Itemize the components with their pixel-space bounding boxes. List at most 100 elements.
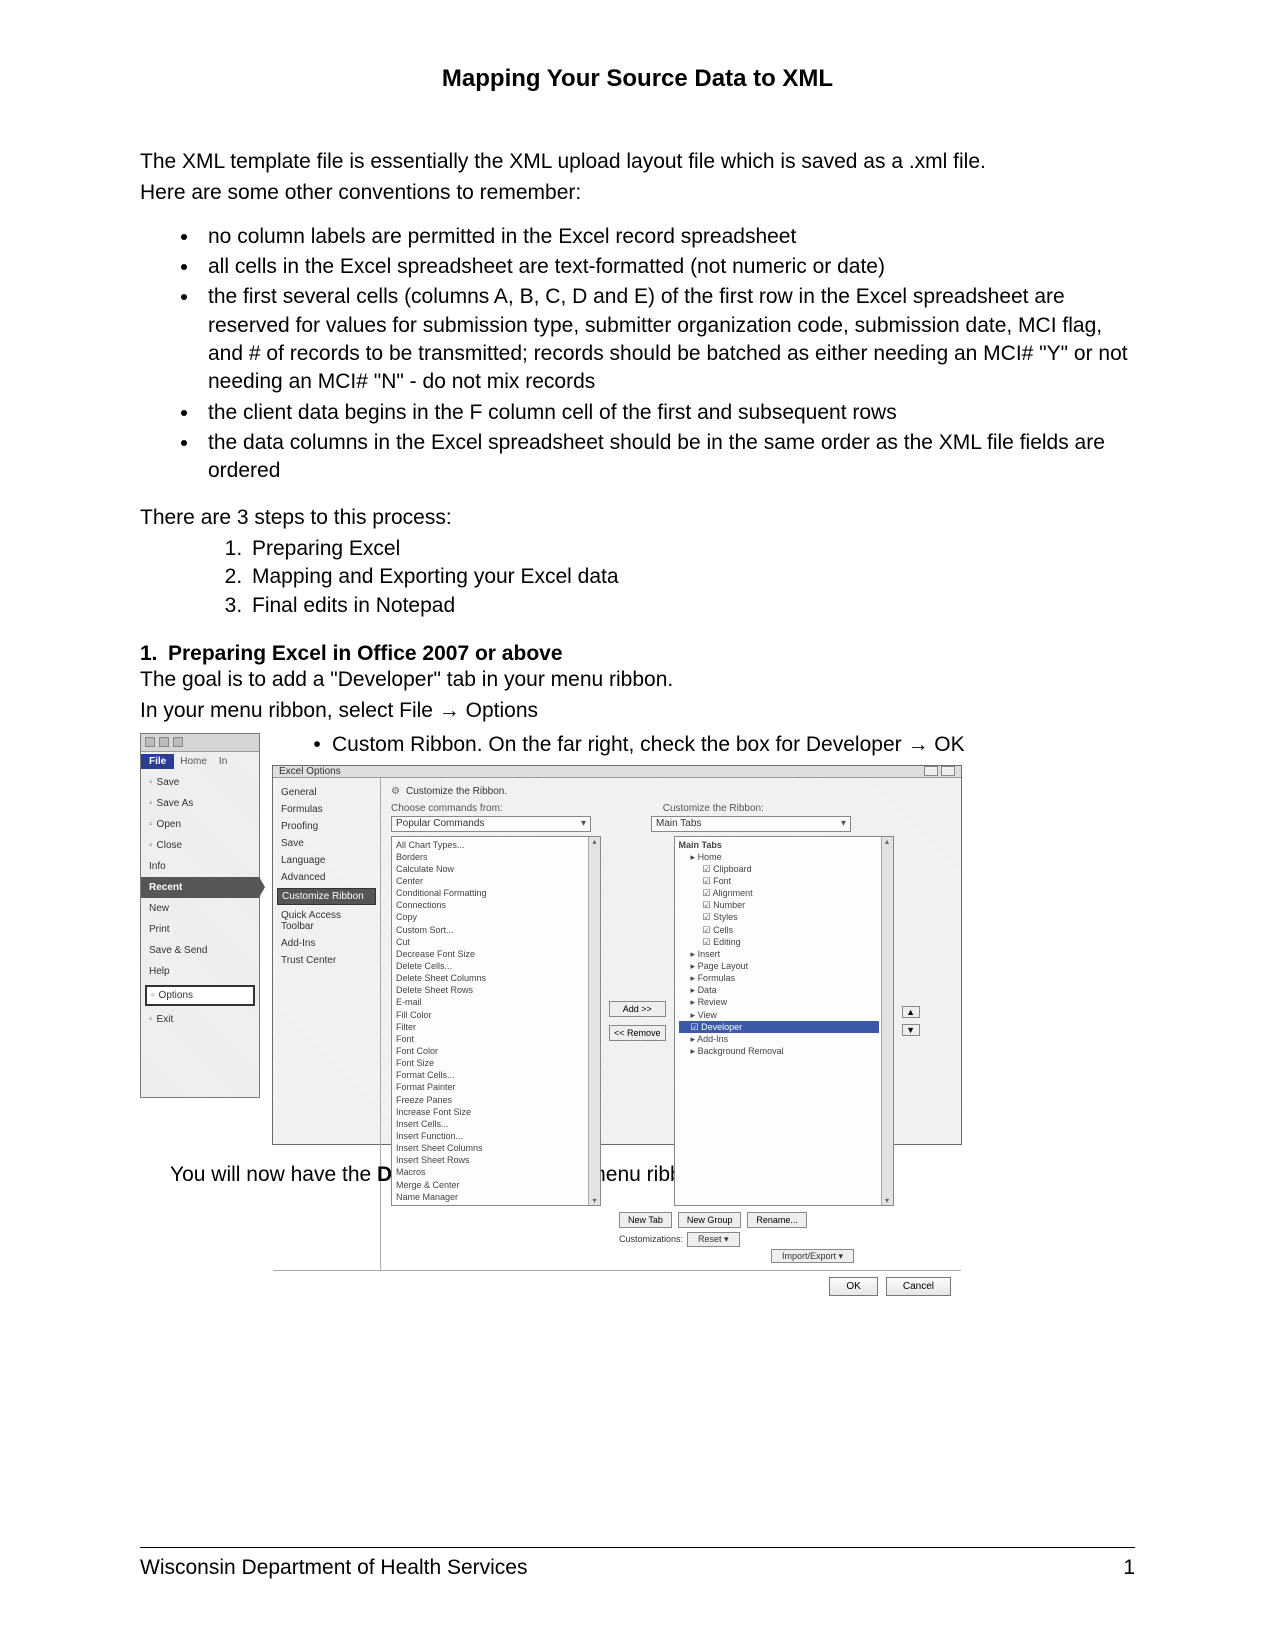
tab-item[interactable]: Formulas bbox=[679, 972, 879, 984]
tab-item[interactable]: Editing bbox=[679, 936, 879, 948]
home-tab[interactable]: Home bbox=[174, 754, 213, 769]
tab-item[interactable]: Font bbox=[679, 875, 879, 887]
file-recent[interactable]: Recent bbox=[141, 877, 259, 898]
command-item[interactable]: Freeze Panes bbox=[396, 1094, 586, 1106]
cat-addins[interactable]: Add-Ins bbox=[273, 935, 380, 952]
tab-item[interactable]: Number bbox=[679, 899, 879, 911]
ok-button[interactable]: OK bbox=[829, 1277, 877, 1296]
file-exit[interactable]: Exit bbox=[141, 1009, 259, 1030]
tab-item[interactable]: Insert bbox=[679, 948, 879, 960]
file-open[interactable]: Open bbox=[141, 814, 259, 835]
command-item[interactable]: Fill Color bbox=[396, 1009, 586, 1021]
tab-item[interactable]: View bbox=[679, 1009, 879, 1021]
move-down-button[interactable]: ▼ bbox=[902, 1024, 920, 1036]
rename-button[interactable]: Rename... bbox=[747, 1212, 807, 1228]
tab-item[interactable]: Data bbox=[679, 984, 879, 996]
command-item[interactable]: Merge & Center bbox=[396, 1179, 586, 1191]
section-1-instr: In your menu ribbon, select File → Optio… bbox=[140, 697, 1135, 724]
command-item[interactable]: Insert Function... bbox=[396, 1130, 586, 1142]
custom-ribbon-bullet: •Custom Ribbon. On the far right, check … bbox=[302, 733, 1135, 757]
command-item[interactable]: Connections bbox=[396, 899, 586, 911]
command-item[interactable]: Font Color bbox=[396, 1045, 586, 1057]
section-number: 1. bbox=[140, 642, 168, 666]
intro-line-1: The XML template file is essentially the… bbox=[140, 148, 1135, 175]
insert-tab[interactable]: In bbox=[213, 754, 233, 769]
command-item[interactable]: Conditional Formatting bbox=[396, 887, 586, 899]
file-print[interactable]: Print bbox=[141, 919, 259, 940]
command-item[interactable]: E-mail bbox=[396, 996, 586, 1008]
cat-proofing[interactable]: Proofing bbox=[273, 818, 380, 835]
options-categories: General Formulas Proofing Save Language … bbox=[273, 778, 381, 1270]
file-save-as[interactable]: Save As bbox=[141, 793, 259, 814]
command-item[interactable]: Name Manager bbox=[396, 1191, 586, 1203]
commands-dropdown[interactable]: Popular Commands bbox=[391, 816, 591, 832]
file-save[interactable]: Save bbox=[141, 772, 259, 793]
tab-item[interactable]: Alignment bbox=[679, 887, 879, 899]
customizations-label: Customizations: bbox=[619, 1234, 683, 1244]
help-icon[interactable] bbox=[924, 766, 938, 776]
file-close[interactable]: Close bbox=[141, 835, 259, 856]
command-item[interactable]: All Chart Types... bbox=[396, 839, 586, 851]
command-item[interactable]: Calculate Now bbox=[396, 863, 586, 875]
file-options-selected[interactable]: Options bbox=[145, 985, 255, 1006]
command-item[interactable]: Borders bbox=[396, 851, 586, 863]
cat-advanced[interactable]: Advanced bbox=[273, 869, 380, 886]
command-item[interactable]: Delete Sheet Rows bbox=[396, 984, 586, 996]
file-save-send[interactable]: Save & Send bbox=[141, 940, 259, 961]
command-item[interactable]: Delete Sheet Columns bbox=[396, 972, 586, 984]
cat-language[interactable]: Language bbox=[273, 852, 380, 869]
scrollbar[interactable] bbox=[881, 837, 893, 1205]
file-new[interactable]: New bbox=[141, 898, 259, 919]
import-export-button[interactable]: Import/Export ▾ bbox=[771, 1249, 854, 1263]
command-item[interactable]: Format Cells... bbox=[396, 1069, 586, 1081]
command-item[interactable]: Insert Sheet Columns bbox=[396, 1142, 586, 1154]
commands-listbox[interactable]: All Chart Types...BordersCalculate NowCe… bbox=[391, 836, 601, 1206]
command-item[interactable]: Insert Cells... bbox=[396, 1118, 586, 1130]
tab-item[interactable]: Styles bbox=[679, 911, 879, 923]
tab-item[interactable]: Home bbox=[679, 851, 879, 863]
tab-item[interactable]: ☑ Developer bbox=[679, 1021, 879, 1033]
command-item[interactable]: Insert Sheet Rows bbox=[396, 1154, 586, 1166]
command-item[interactable]: Decrease Font Size bbox=[396, 948, 586, 960]
command-item[interactable]: Cut bbox=[396, 936, 586, 948]
command-item[interactable]: Increase Font Size bbox=[396, 1106, 586, 1118]
tab-item[interactable]: Clipboard bbox=[679, 863, 879, 875]
command-item[interactable]: Filter bbox=[396, 1021, 586, 1033]
command-item[interactable]: Macros bbox=[396, 1166, 586, 1178]
cat-customize-ribbon-selected[interactable]: Customize Ribbon bbox=[277, 888, 376, 905]
tab-item[interactable]: Add-Ins bbox=[679, 1033, 879, 1045]
reset-button[interactable]: Reset ▾ bbox=[687, 1232, 740, 1247]
command-item[interactable]: Center bbox=[396, 875, 586, 887]
cat-formulas[interactable]: Formulas bbox=[273, 801, 380, 818]
close-icon[interactable] bbox=[941, 766, 955, 776]
quick-access-toolbar bbox=[141, 734, 259, 752]
tab-item[interactable]: Background Removal bbox=[679, 1045, 879, 1057]
cancel-button[interactable]: Cancel bbox=[886, 1277, 951, 1296]
command-item[interactable]: Font Size bbox=[396, 1057, 586, 1069]
command-item[interactable]: Custom Sort... bbox=[396, 924, 586, 936]
cat-trust[interactable]: Trust Center bbox=[273, 952, 380, 969]
cat-general[interactable]: General bbox=[273, 784, 380, 801]
command-item[interactable]: Copy bbox=[396, 911, 586, 923]
tabs-listbox[interactable]: Main TabsHomeClipboardFontAlignmentNumbe… bbox=[674, 836, 894, 1206]
tab-item[interactable]: Cells bbox=[679, 924, 879, 936]
cat-save[interactable]: Save bbox=[273, 835, 380, 852]
file-help[interactable]: Help bbox=[141, 961, 259, 982]
file-tab[interactable]: File bbox=[141, 754, 174, 769]
tab-item[interactable]: Page Layout bbox=[679, 960, 879, 972]
ribbon-dropdown[interactable]: Main Tabs bbox=[651, 816, 851, 832]
file-info[interactable]: Info bbox=[141, 856, 259, 877]
command-item[interactable]: Font bbox=[396, 1033, 586, 1045]
cat-qat[interactable]: Quick Access Toolbar bbox=[273, 907, 380, 935]
new-tab-button[interactable]: New Tab bbox=[619, 1212, 672, 1228]
tabs-root[interactable]: Main Tabs bbox=[679, 839, 879, 851]
command-item[interactable]: Format Painter bbox=[396, 1081, 586, 1093]
remove-button[interactable]: << Remove bbox=[609, 1025, 666, 1041]
new-group-button[interactable]: New Group bbox=[678, 1212, 742, 1228]
scrollbar[interactable] bbox=[588, 837, 600, 1205]
move-up-button[interactable]: ▲ bbox=[902, 1006, 920, 1018]
tab-item[interactable]: Review bbox=[679, 996, 879, 1008]
add-button[interactable]: Add >> bbox=[609, 1001, 666, 1017]
command-item[interactable]: Delete Cells... bbox=[396, 960, 586, 972]
intro-line-2: Here are some other conventions to remem… bbox=[140, 179, 1135, 206]
